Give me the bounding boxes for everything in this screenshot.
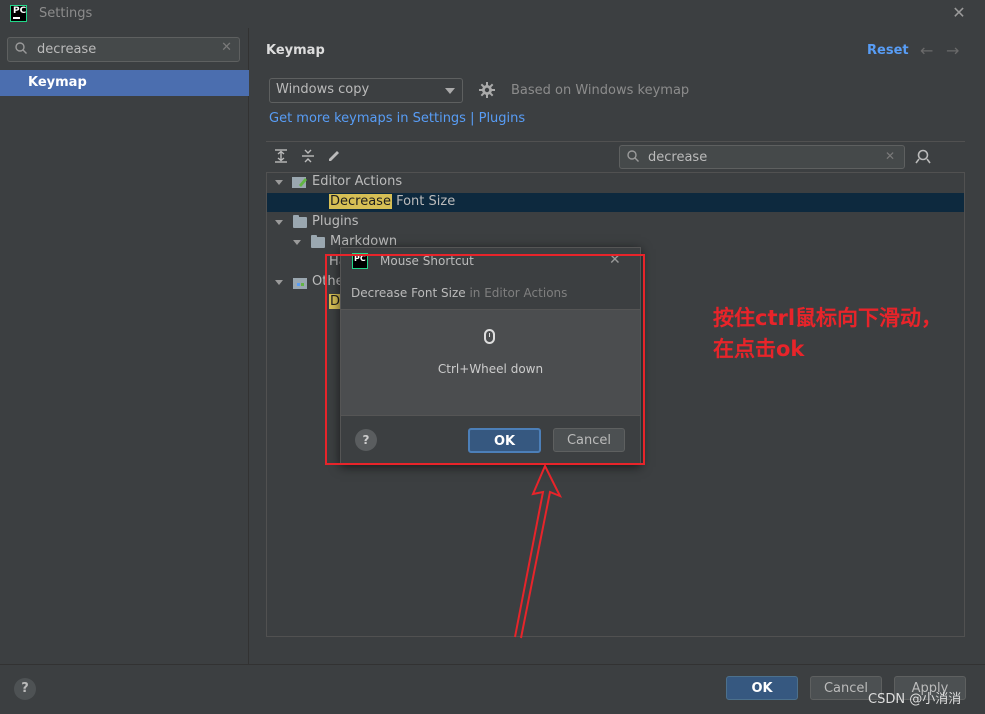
watermark: CSDN @小消消	[868, 692, 962, 707]
search-icon	[15, 42, 27, 54]
annotation-highlight-box	[325, 254, 645, 465]
collapse-all-icon[interactable]	[300, 148, 316, 164]
annotation-line-2: 在点击ok	[713, 337, 805, 361]
keymap-search-value: decrease	[648, 150, 708, 165]
expand-all-icon[interactable]	[273, 148, 289, 164]
reset-link[interactable]: Reset	[867, 43, 909, 58]
keymap-search-input[interactable]: decrease ✕	[619, 145, 905, 169]
chevron-down-icon[interactable]	[275, 280, 283, 285]
get-more-keymaps-link[interactable]: Get more keymaps in Settings | Plugins	[269, 111, 525, 126]
edit-shortcut-icon[interactable]	[326, 148, 342, 164]
title-bar	[0, 0, 985, 28]
settings-sidebar	[0, 28, 249, 664]
sidebar-item-keymap[interactable]: Keymap	[0, 70, 249, 96]
annotation-arrow	[514, 463, 563, 639]
tree-row-decrease-font-size[interactable]: Decrease Font Size	[329, 194, 455, 214]
back-arrow-icon[interactable]: ←	[920, 41, 933, 60]
clear-search-icon[interactable]: ✕	[221, 40, 232, 55]
forward-arrow-icon[interactable]: →	[946, 41, 959, 60]
keymap-select[interactable]: Windows copy	[269, 78, 463, 103]
help-button[interactable]: ?	[14, 678, 36, 700]
dropdown-arrow-icon	[445, 88, 455, 94]
pycharm-app-icon: PC	[10, 5, 27, 22]
sidebar-item-label: Keymap	[28, 75, 87, 90]
clear-search-icon[interactable]: ✕	[885, 149, 895, 163]
window-title: Settings	[39, 6, 93, 21]
ok-button[interactable]: OK	[726, 676, 798, 700]
divider	[266, 141, 965, 142]
page-title: Keymap	[266, 43, 325, 58]
annotation-line-1: 按住ctrl鼠标向下滑动，	[713, 306, 943, 330]
settings-search-input[interactable]: decrease ✕	[7, 37, 240, 62]
chevron-down-icon[interactable]	[275, 180, 283, 185]
annotation-text: 按住ctrl鼠标向下滑动， 在点击ok	[713, 303, 942, 365]
settings-search-value: decrease	[37, 42, 97, 57]
tree-row-editor-actions[interactable]: Editor Actions	[312, 174, 402, 194]
folder-icon	[311, 235, 325, 248]
search-match-highlight: Decrease	[329, 194, 392, 209]
tree-row-label: Font Size	[391, 194, 456, 209]
search-icon	[627, 150, 639, 162]
find-by-shortcut-icon[interactable]	[914, 148, 932, 166]
based-on-label: Based on Windows keymap	[511, 83, 690, 98]
keymap-select-value: Windows copy	[276, 82, 370, 97]
folder-icon	[293, 215, 307, 228]
chevron-down-icon[interactable]	[293, 240, 301, 245]
gear-icon[interactable]	[478, 81, 496, 99]
other-group-icon	[293, 278, 307, 289]
chevron-down-icon[interactable]	[275, 220, 283, 225]
tree-row-plugins[interactable]: Plugins	[312, 214, 359, 234]
editor-actions-icon	[292, 177, 307, 188]
window-close-button[interactable]: ✕	[949, 3, 969, 23]
